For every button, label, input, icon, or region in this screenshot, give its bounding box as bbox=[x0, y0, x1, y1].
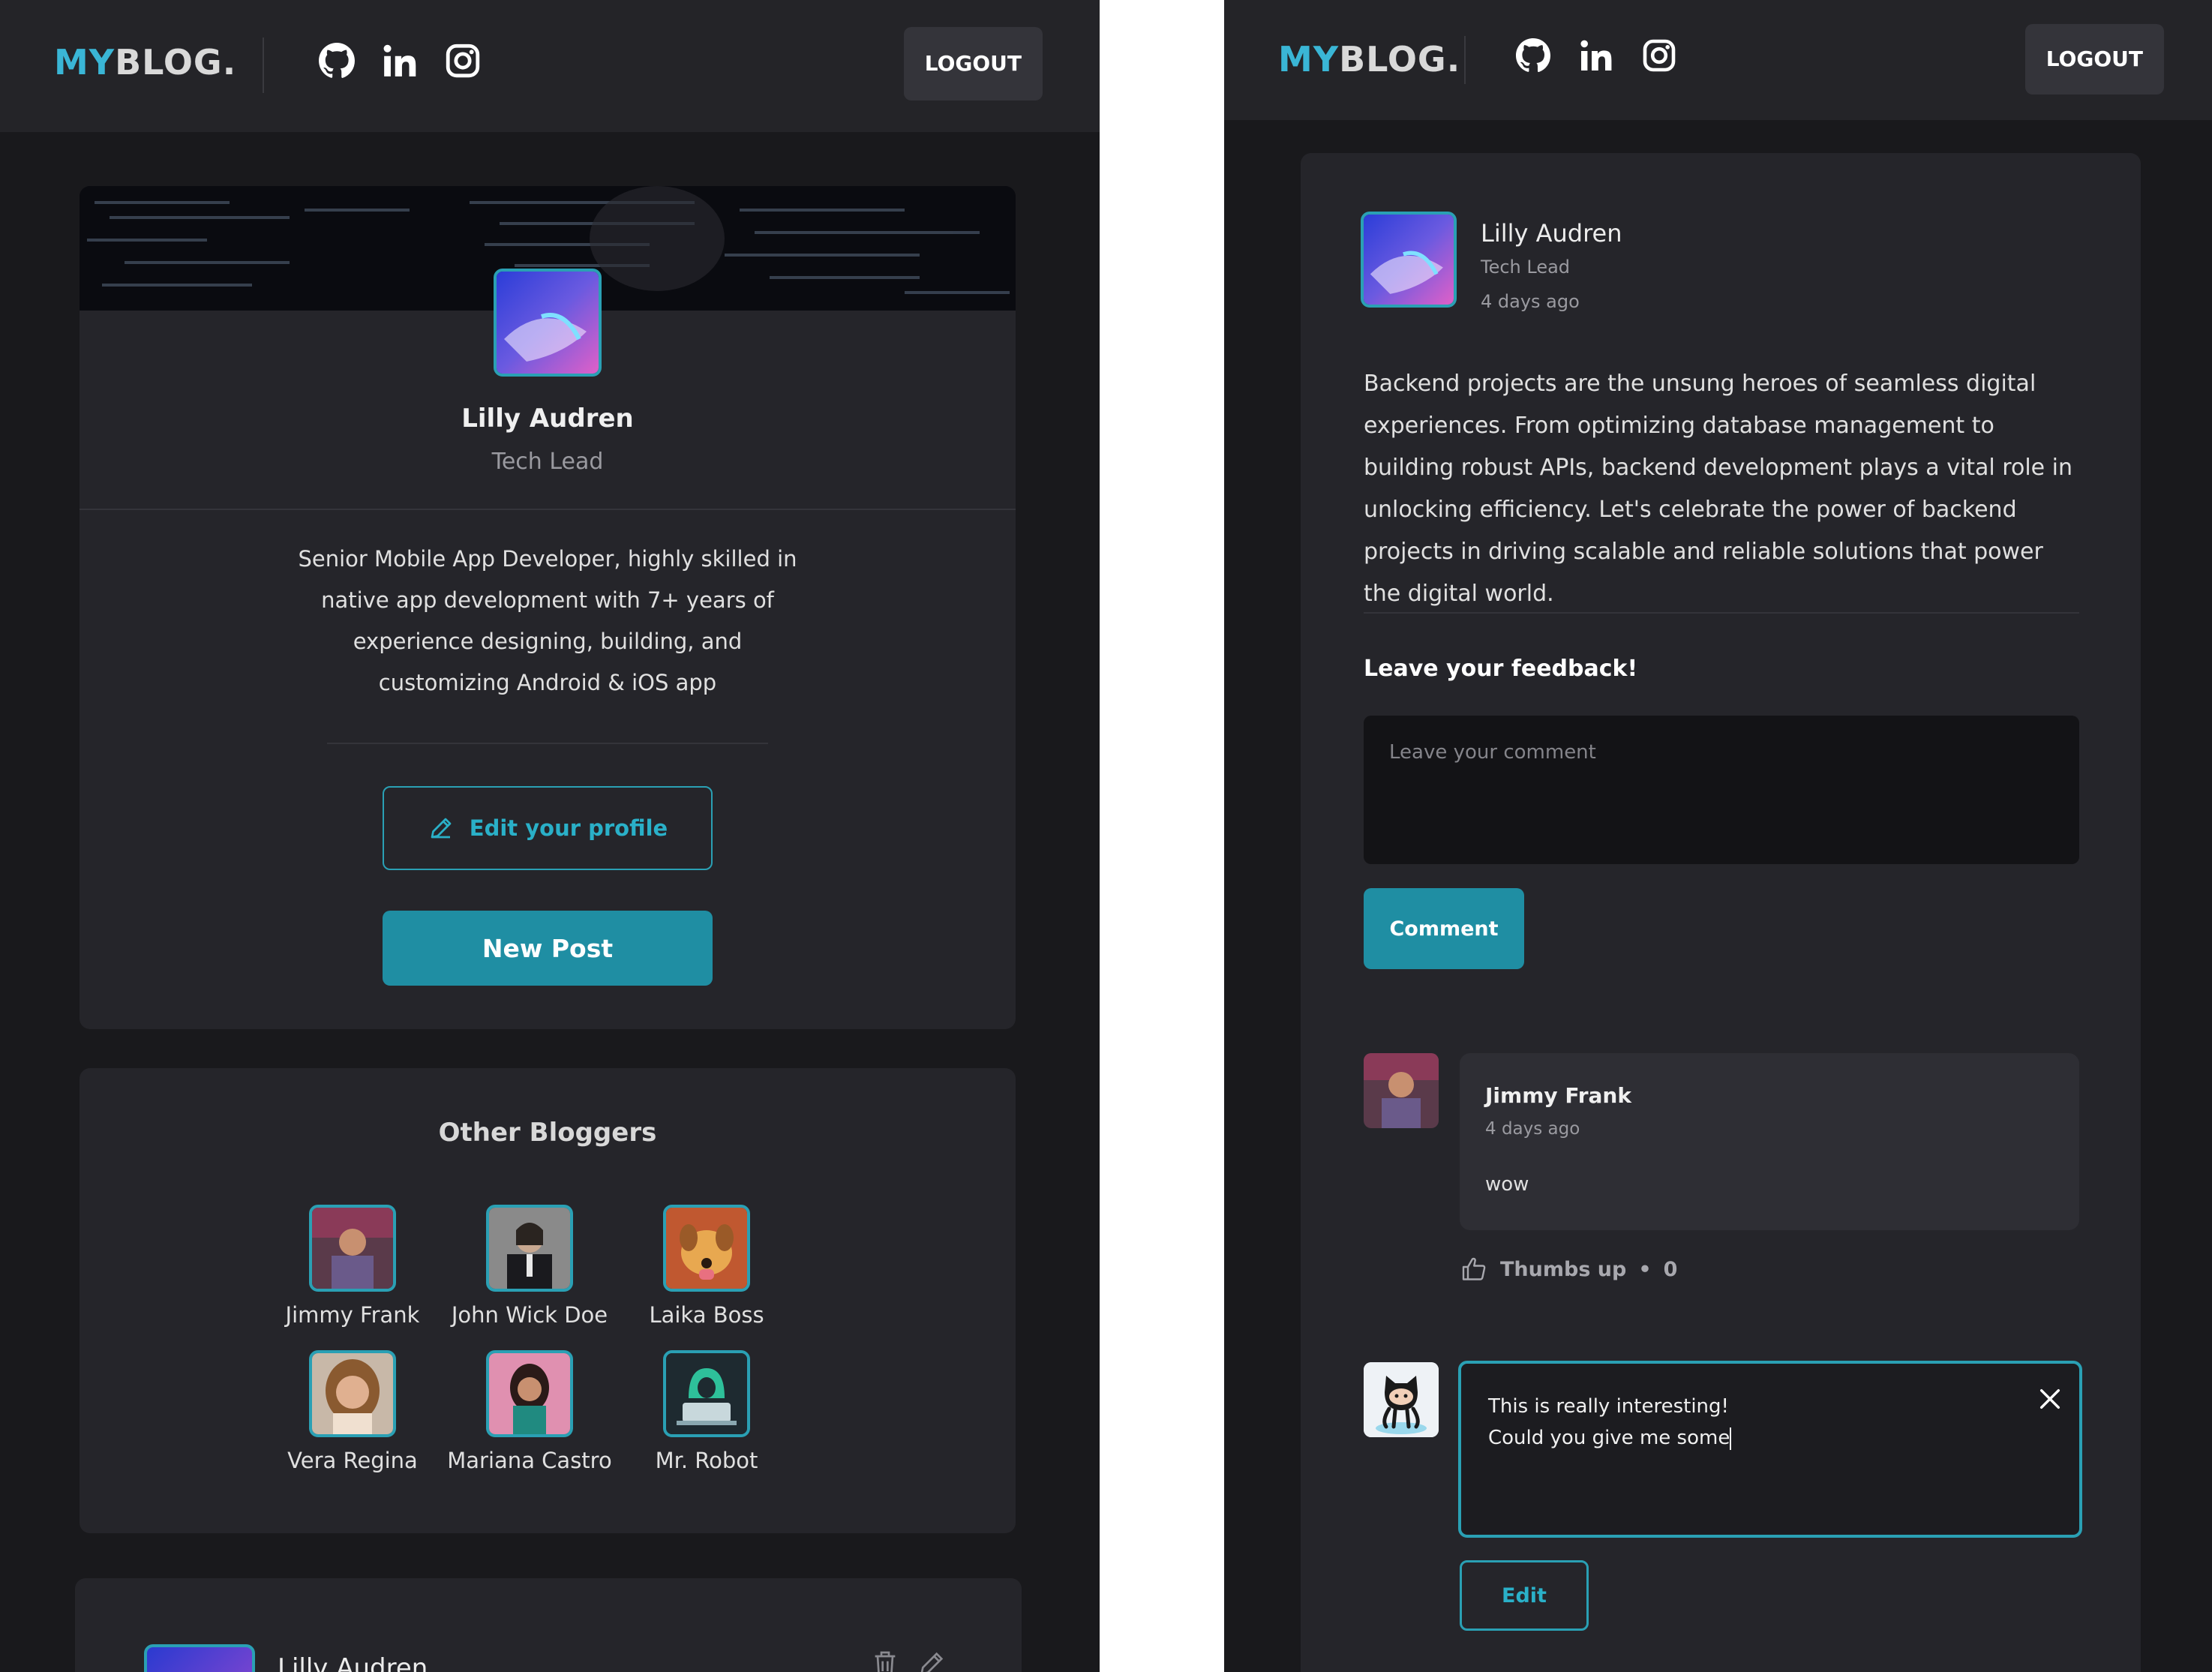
post-author-avatar[interactable] bbox=[1361, 212, 1457, 308]
github-icon[interactable] bbox=[318, 42, 356, 80]
blogger-name: Mariana Castro bbox=[447, 1448, 612, 1473]
divider bbox=[80, 509, 1016, 510]
profile-role: Tech Lead bbox=[491, 449, 604, 475]
profile-bio: Senior Mobile App Developer, highly skil… bbox=[298, 546, 797, 695]
linkedin-icon[interactable] bbox=[381, 42, 419, 80]
logout-button[interactable]: LOGOUT bbox=[2024, 24, 2164, 95]
post-body: Backend projects are the unsung heroes o… bbox=[1364, 371, 2072, 607]
blogger-name: Laika Boss bbox=[649, 1302, 764, 1328]
thumbs-up-count: 0 bbox=[1663, 1257, 1678, 1281]
post-author-role: Tech Lead bbox=[1481, 257, 1571, 278]
divider bbox=[327, 743, 768, 744]
post-card-preview: Lilly Audren bbox=[75, 1578, 1022, 1672]
profile-screen: MYBLOG. LOGOUT Lilly Audren Tech Lead Se… bbox=[0, 0, 1100, 1672]
blogger-name: Jimmy Frank bbox=[285, 1302, 420, 1328]
pencil-icon bbox=[431, 818, 452, 839]
github-icon[interactable] bbox=[1515, 38, 1553, 75]
edit-comment-input[interactable]: This is really interesting! Could you gi… bbox=[1458, 1361, 2082, 1538]
blogger-item[interactable]: John Wick Doe bbox=[441, 1205, 618, 1328]
logo-blog: BLOG. bbox=[1339, 39, 1461, 80]
comment-input[interactable] bbox=[1364, 716, 2079, 864]
logo-my: MY bbox=[54, 42, 116, 83]
profile-name: Lilly Audren bbox=[461, 404, 634, 434]
other-bloggers-card: Other Bloggers Jimmy Frank John Wick Doe… bbox=[80, 1068, 1016, 1533]
profile-card: Lilly Audren Tech Lead Senior Mobile App… bbox=[80, 186, 1016, 1029]
blogger-name: Mr. Robot bbox=[655, 1448, 758, 1473]
social-links bbox=[318, 42, 482, 80]
post-author-name: Lilly Audren bbox=[1481, 219, 1622, 248]
top-navbar: MYBLOG. LOGOUT bbox=[1224, 0, 2212, 120]
thumbs-up-icon bbox=[1462, 1257, 1486, 1280]
instagram-icon[interactable] bbox=[1641, 38, 1679, 75]
blogger-name: Vera Regina bbox=[287, 1448, 418, 1473]
edit-profile-button[interactable]: Edit your profile bbox=[383, 786, 713, 870]
instagram-icon[interactable] bbox=[444, 42, 482, 80]
top-navbar: MYBLOG. LOGOUT bbox=[0, 0, 1100, 132]
text-caret bbox=[1730, 1427, 1732, 1450]
comment-author: Jimmy Frank bbox=[1485, 1083, 1631, 1108]
profile-avatar[interactable] bbox=[494, 269, 602, 377]
avatar bbox=[309, 1205, 396, 1292]
comment-bubble: Jimmy Frank 4 days ago wow bbox=[1460, 1053, 2079, 1230]
bloggers-grid: Jimmy Frank John Wick Doe Laika Boss Ver… bbox=[264, 1205, 765, 1473]
logo-blog: BLOG. bbox=[115, 42, 237, 83]
post-author-name: Lilly Audren bbox=[278, 1653, 428, 1672]
avatar bbox=[486, 1350, 573, 1437]
social-links bbox=[1515, 38, 1679, 75]
site-logo[interactable]: MYBLOG. bbox=[54, 42, 236, 83]
comment-text: wow bbox=[1485, 1173, 1529, 1196]
current-user-avatar[interactable] bbox=[1364, 1362, 1439, 1437]
blogger-item[interactable]: Vera Regina bbox=[264, 1350, 441, 1473]
thumbs-up-separator: • bbox=[1638, 1257, 1652, 1281]
site-logo[interactable]: MYBLOG. bbox=[1278, 39, 1460, 80]
comment-avatar[interactable] bbox=[1364, 1053, 1439, 1128]
blogger-item[interactable]: Mariana Castro bbox=[441, 1350, 618, 1473]
logo-my: MY bbox=[1278, 39, 1340, 80]
logout-button[interactable]: LOGOUT bbox=[903, 27, 1043, 101]
header-divider bbox=[1464, 36, 1466, 84]
feedback-title: Leave your feedback! bbox=[1364, 656, 1638, 682]
blogger-item[interactable]: Jimmy Frank bbox=[264, 1205, 441, 1328]
post-detail-card: Lilly Audren Tech Lead 4 days ago Backen… bbox=[1301, 153, 2141, 1672]
header-divider bbox=[263, 38, 264, 93]
comment-submit-button[interactable]: Comment bbox=[1364, 888, 1524, 969]
avatar bbox=[309, 1350, 396, 1437]
edit-line-1: This is really interesting! bbox=[1488, 1395, 1729, 1418]
blogger-name: John Wick Doe bbox=[451, 1302, 608, 1328]
comment-timestamp: 4 days ago bbox=[1485, 1119, 1580, 1139]
blogger-item[interactable]: Mr. Robot bbox=[618, 1350, 795, 1473]
linkedin-icon[interactable] bbox=[1578, 38, 1616, 75]
divider bbox=[1364, 612, 2079, 614]
thumbs-up-label: Thumbs up bbox=[1500, 1257, 1627, 1281]
trash-icon[interactable] bbox=[870, 1649, 900, 1672]
close-icon[interactable] bbox=[2037, 1386, 2063, 1412]
edit-line-2: Could you give me some bbox=[1488, 1427, 1730, 1449]
edit-profile-label: Edit your profile bbox=[469, 815, 668, 841]
new-post-button[interactable]: New Post bbox=[383, 911, 713, 986]
avatar bbox=[486, 1205, 573, 1292]
avatar bbox=[663, 1205, 750, 1292]
post-detail-screen: MYBLOG. LOGOUT Lilly Audren Tech Lead 4 … bbox=[1224, 0, 2212, 1672]
post-timestamp: 4 days ago bbox=[1481, 291, 1580, 312]
save-edit-button[interactable]: Edit bbox=[1460, 1560, 1589, 1631]
blogger-item[interactable]: Laika Boss bbox=[618, 1205, 795, 1328]
avatar bbox=[663, 1350, 750, 1437]
other-bloggers-title: Other Bloggers bbox=[438, 1118, 657, 1148]
pencil-icon[interactable] bbox=[917, 1649, 947, 1672]
thumbs-up-button[interactable]: Thumbs up • 0 bbox=[1461, 1256, 1677, 1283]
post-author-avatar[interactable] bbox=[144, 1644, 255, 1672]
